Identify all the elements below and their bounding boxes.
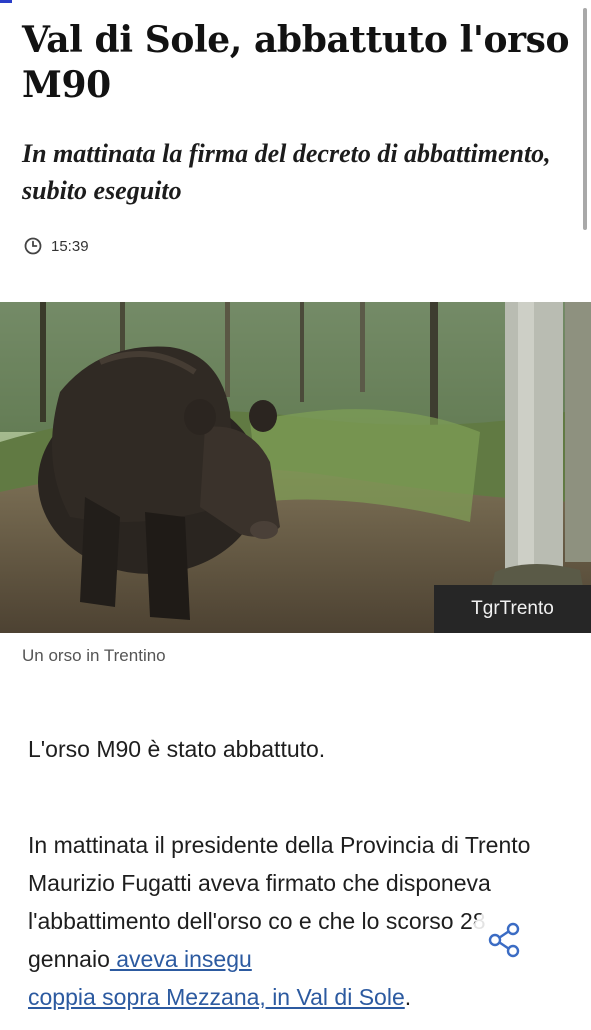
article-link-text-b: coppia sopra Mezzana, in Val di Sole bbox=[28, 984, 405, 1010]
share-icon bbox=[488, 922, 520, 958]
timestamp: 15:39 bbox=[24, 237, 89, 255]
paragraph-end: . bbox=[404, 984, 412, 1010]
share-button[interactable] bbox=[470, 905, 540, 975]
bear-photo-illustration bbox=[0, 302, 591, 633]
clock-icon bbox=[24, 237, 42, 255]
publish-time: 15:39 bbox=[51, 237, 89, 255]
article-link-text: aveva insegu bbox=[109, 946, 252, 972]
photo-caption: Un orso in Trentino bbox=[22, 646, 166, 665]
photo-credit: TgrTrento bbox=[434, 585, 591, 633]
page-title: Val di Sole, abbattuto l'orso M90 bbox=[22, 19, 570, 106]
article-subtitle: In mattinata la firma del decreto di abb… bbox=[22, 139, 551, 205]
top-accent-bar bbox=[0, 0, 12, 3]
scrollbar[interactable] bbox=[583, 8, 587, 230]
body-paragraph-1: L'orso M90 è stato abbattuto. bbox=[28, 736, 326, 762]
article-photo[interactable]: TgrTrento bbox=[0, 302, 591, 633]
